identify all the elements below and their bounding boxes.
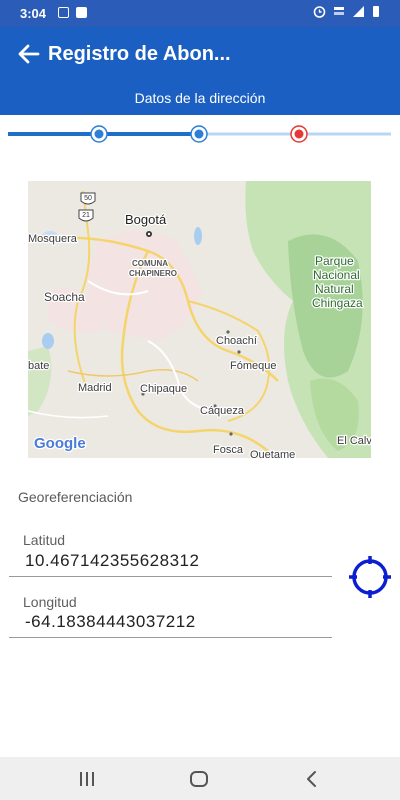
home-icon[interactable] <box>187 767 211 791</box>
map-label-comuna: COMUNA <box>132 259 168 268</box>
map-label-parque: Parque <box>315 254 354 268</box>
recent-apps-icon[interactable] <box>75 767 99 791</box>
media-icon <box>58 7 69 18</box>
app-bar: Registro de Abon... Datos de la direcció… <box>0 27 400 115</box>
back-nav-icon[interactable] <box>300 767 324 791</box>
back-arrow-icon[interactable] <box>16 41 42 67</box>
map-label-elcalv: El Calv <box>337 435 371 447</box>
status-bar: 3:04 <box>0 0 400 27</box>
route-shield-50: 50 <box>80 192 96 205</box>
map-view[interactable]: 50 21 Mosquera Bogotá COMUNA CHAPINERO S… <box>28 181 371 458</box>
map-label-bogota: Bogotá <box>125 212 167 227</box>
longitude-label: Longitud <box>23 594 77 610</box>
system-nav-bar <box>0 757 400 800</box>
map-label-natural: Natural <box>315 282 354 296</box>
page-title: Registro de Abon... <box>48 43 231 65</box>
step-2 <box>190 125 208 143</box>
battery-icon <box>373 6 379 17</box>
lte-icon <box>334 7 344 15</box>
step-1 <box>90 125 108 143</box>
progress-stepper <box>8 125 391 143</box>
status-icons <box>313 5 380 18</box>
step-3 <box>290 125 308 143</box>
signal-icon <box>353 6 364 17</box>
map-label-soacha: Soacha <box>44 290 85 304</box>
route-shield-21: 21 <box>78 209 94 222</box>
status-time: 3:04 <box>20 6 47 21</box>
map-label-bate: bate <box>28 360 49 372</box>
georef-section-label: Georeferenciación <box>18 489 133 505</box>
map-label-madrid: Madrid <box>78 382 112 394</box>
map-label-caqueza: Cáqueza <box>200 405 245 417</box>
map-label-nacional: Nacional <box>313 268 360 282</box>
map-label-chingaza: Chingaza <box>312 296 363 310</box>
map-label-chipaque: Chipaque <box>140 383 187 395</box>
map-label-chapinero: CHAPINERO <box>129 269 177 278</box>
longitude-value[interactable]: -64.18384443037212 <box>25 612 196 632</box>
gps-locate-icon[interactable] <box>347 554 393 600</box>
page-subtitle: Datos de la dirección <box>134 90 266 106</box>
shield-21-label: 21 <box>82 212 90 219</box>
map-label-fosca: Fosca <box>213 444 244 456</box>
map-label-choachi: Choachí <box>216 335 257 347</box>
map-label-fomeque: Fómeque <box>230 360 276 372</box>
longitude-field[interactable]: Longitud -64.18384443037212 <box>9 586 332 638</box>
shield-50-label: 50 <box>84 195 92 202</box>
map-label-quetame: Quetame <box>250 449 295 458</box>
alarm-icon <box>313 6 326 18</box>
map-tiles: 50 21 Mosquera Bogotá COMUNA CHAPINERO S… <box>28 181 371 458</box>
latitude-value[interactable]: 10.467142355628312 <box>25 551 199 571</box>
latitude-field[interactable]: Latitud 10.467142355628312 <box>9 524 332 577</box>
map-label-mosquera: Mosquera <box>28 233 78 245</box>
app-icon <box>76 7 87 18</box>
latitude-label: Latitud <box>23 532 66 548</box>
google-logo: Google <box>34 435 86 452</box>
